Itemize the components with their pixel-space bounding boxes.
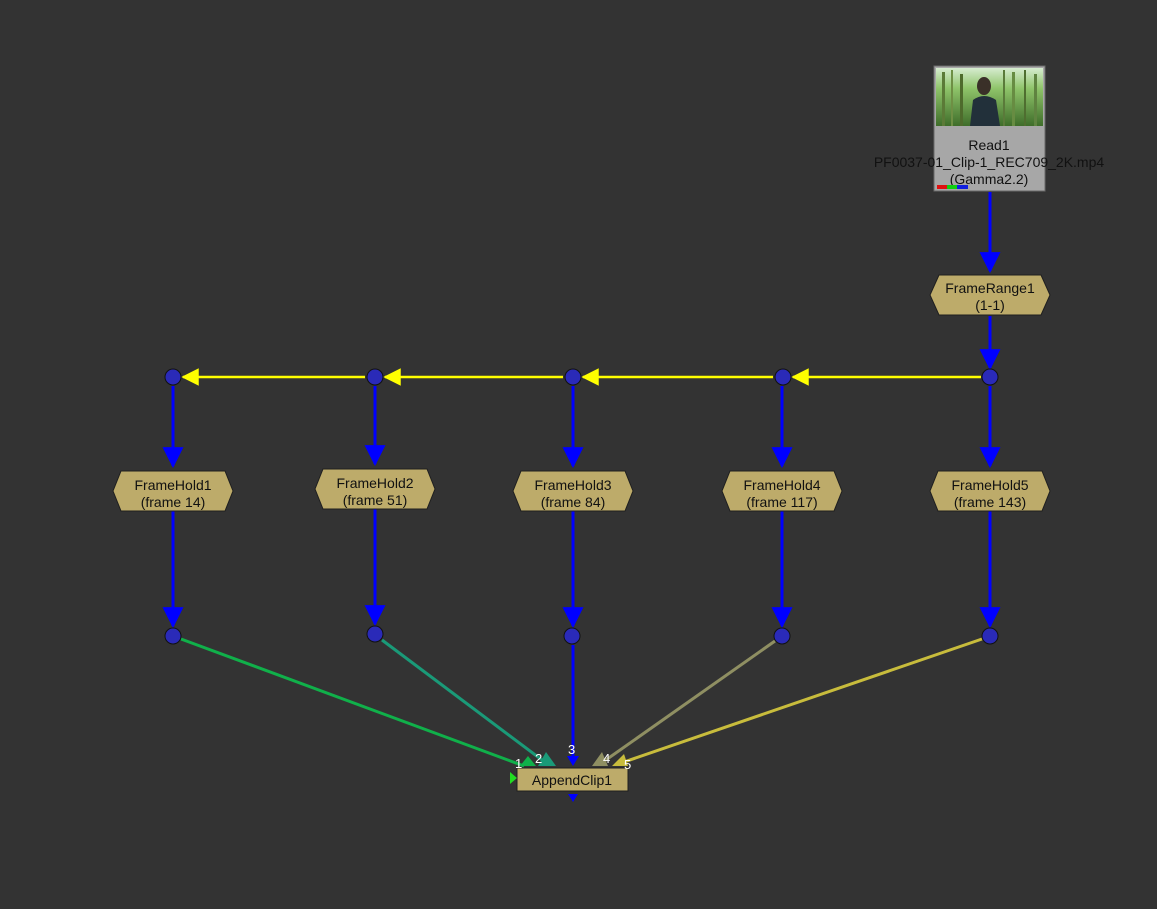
framehold-node-name: FrameHold5 xyxy=(951,477,1028,493)
framerange-node-detail: (1-1) xyxy=(975,297,1005,313)
input-label-2: 2 xyxy=(535,751,542,766)
framehold-node-name: FrameHold1 xyxy=(134,477,211,493)
dot-bottom-5[interactable] xyxy=(981,627,999,645)
framehold-node-detail: (frame 51) xyxy=(343,492,408,508)
pipe-input-1[interactable] xyxy=(180,637,525,768)
dot-bottom-3[interactable] xyxy=(563,627,581,645)
dot-bottom-2[interactable] xyxy=(366,625,384,643)
dot-top-2[interactable] xyxy=(366,368,384,386)
framehold-node-detail: (frame 14) xyxy=(141,494,206,510)
dot-top-3[interactable] xyxy=(564,368,582,386)
dot-top-4[interactable] xyxy=(774,368,792,386)
input-label-5: 5 xyxy=(624,757,631,772)
pipe-input-4[interactable] xyxy=(602,639,776,764)
appendclip-node-name: AppendClip1 xyxy=(532,772,612,788)
read-node-file: PF0037-01_Clip-1_REC709_2K.mp4 xyxy=(874,154,1105,170)
input-3-arrow xyxy=(567,756,579,766)
framehold-node-2[interactable]: FrameHold2 (frame 51) xyxy=(314,468,436,510)
framehold-node-name: FrameHold4 xyxy=(743,477,820,493)
forest-thumbnail xyxy=(936,68,1043,126)
framehold-node-detail: (frame 143) xyxy=(954,494,1026,510)
dot-bottom-1[interactable] xyxy=(164,627,182,645)
append-output-arrow[interactable] xyxy=(568,794,578,802)
framehold-node-3[interactable]: FrameHold3 (frame 84) xyxy=(512,470,634,512)
framehold-node-detail: (frame 84) xyxy=(541,494,606,510)
read-node-colorspace: (Gamma2.2) xyxy=(950,171,1029,187)
input-label-4: 4 xyxy=(603,751,610,766)
framehold-node-5[interactable]: FrameHold5 (frame 143) xyxy=(929,470,1051,512)
channel-indicator xyxy=(937,185,968,189)
dot-top-5[interactable] xyxy=(981,368,999,386)
framehold-node-name: FrameHold2 xyxy=(336,475,413,491)
bottom-dots xyxy=(164,625,999,645)
framerange-node-name: FrameRange1 xyxy=(945,280,1035,296)
read-node[interactable]: Read1 PF0037-01_Clip-1_REC709_2K.mp4 (Ga… xyxy=(874,65,1105,192)
framehold-node-detail: (frame 117) xyxy=(746,494,817,510)
read-node-name: Read1 xyxy=(968,137,1009,153)
input-label-1: 1 xyxy=(515,756,522,771)
node-graph-canvas[interactable]: Read1 PF0037-01_Clip-1_REC709_2K.mp4 (Ga… xyxy=(0,0,1157,909)
framehold-node-name: FrameHold3 xyxy=(534,477,611,493)
pipe-input-5[interactable] xyxy=(623,637,983,764)
framehold-node-1[interactable]: FrameHold1 (frame 14) xyxy=(112,470,234,512)
input-label-3: 3 xyxy=(568,742,575,757)
framehold-node-4[interactable]: FrameHold4 (frame 117) xyxy=(721,470,843,512)
dot-bottom-4[interactable] xyxy=(773,627,791,645)
input-1-arrow xyxy=(520,756,536,766)
dot-top-1[interactable] xyxy=(164,368,182,386)
framerange-node[interactable]: FrameRange1 (1-1) xyxy=(929,274,1051,316)
mask-input-arrow[interactable] xyxy=(510,772,517,784)
